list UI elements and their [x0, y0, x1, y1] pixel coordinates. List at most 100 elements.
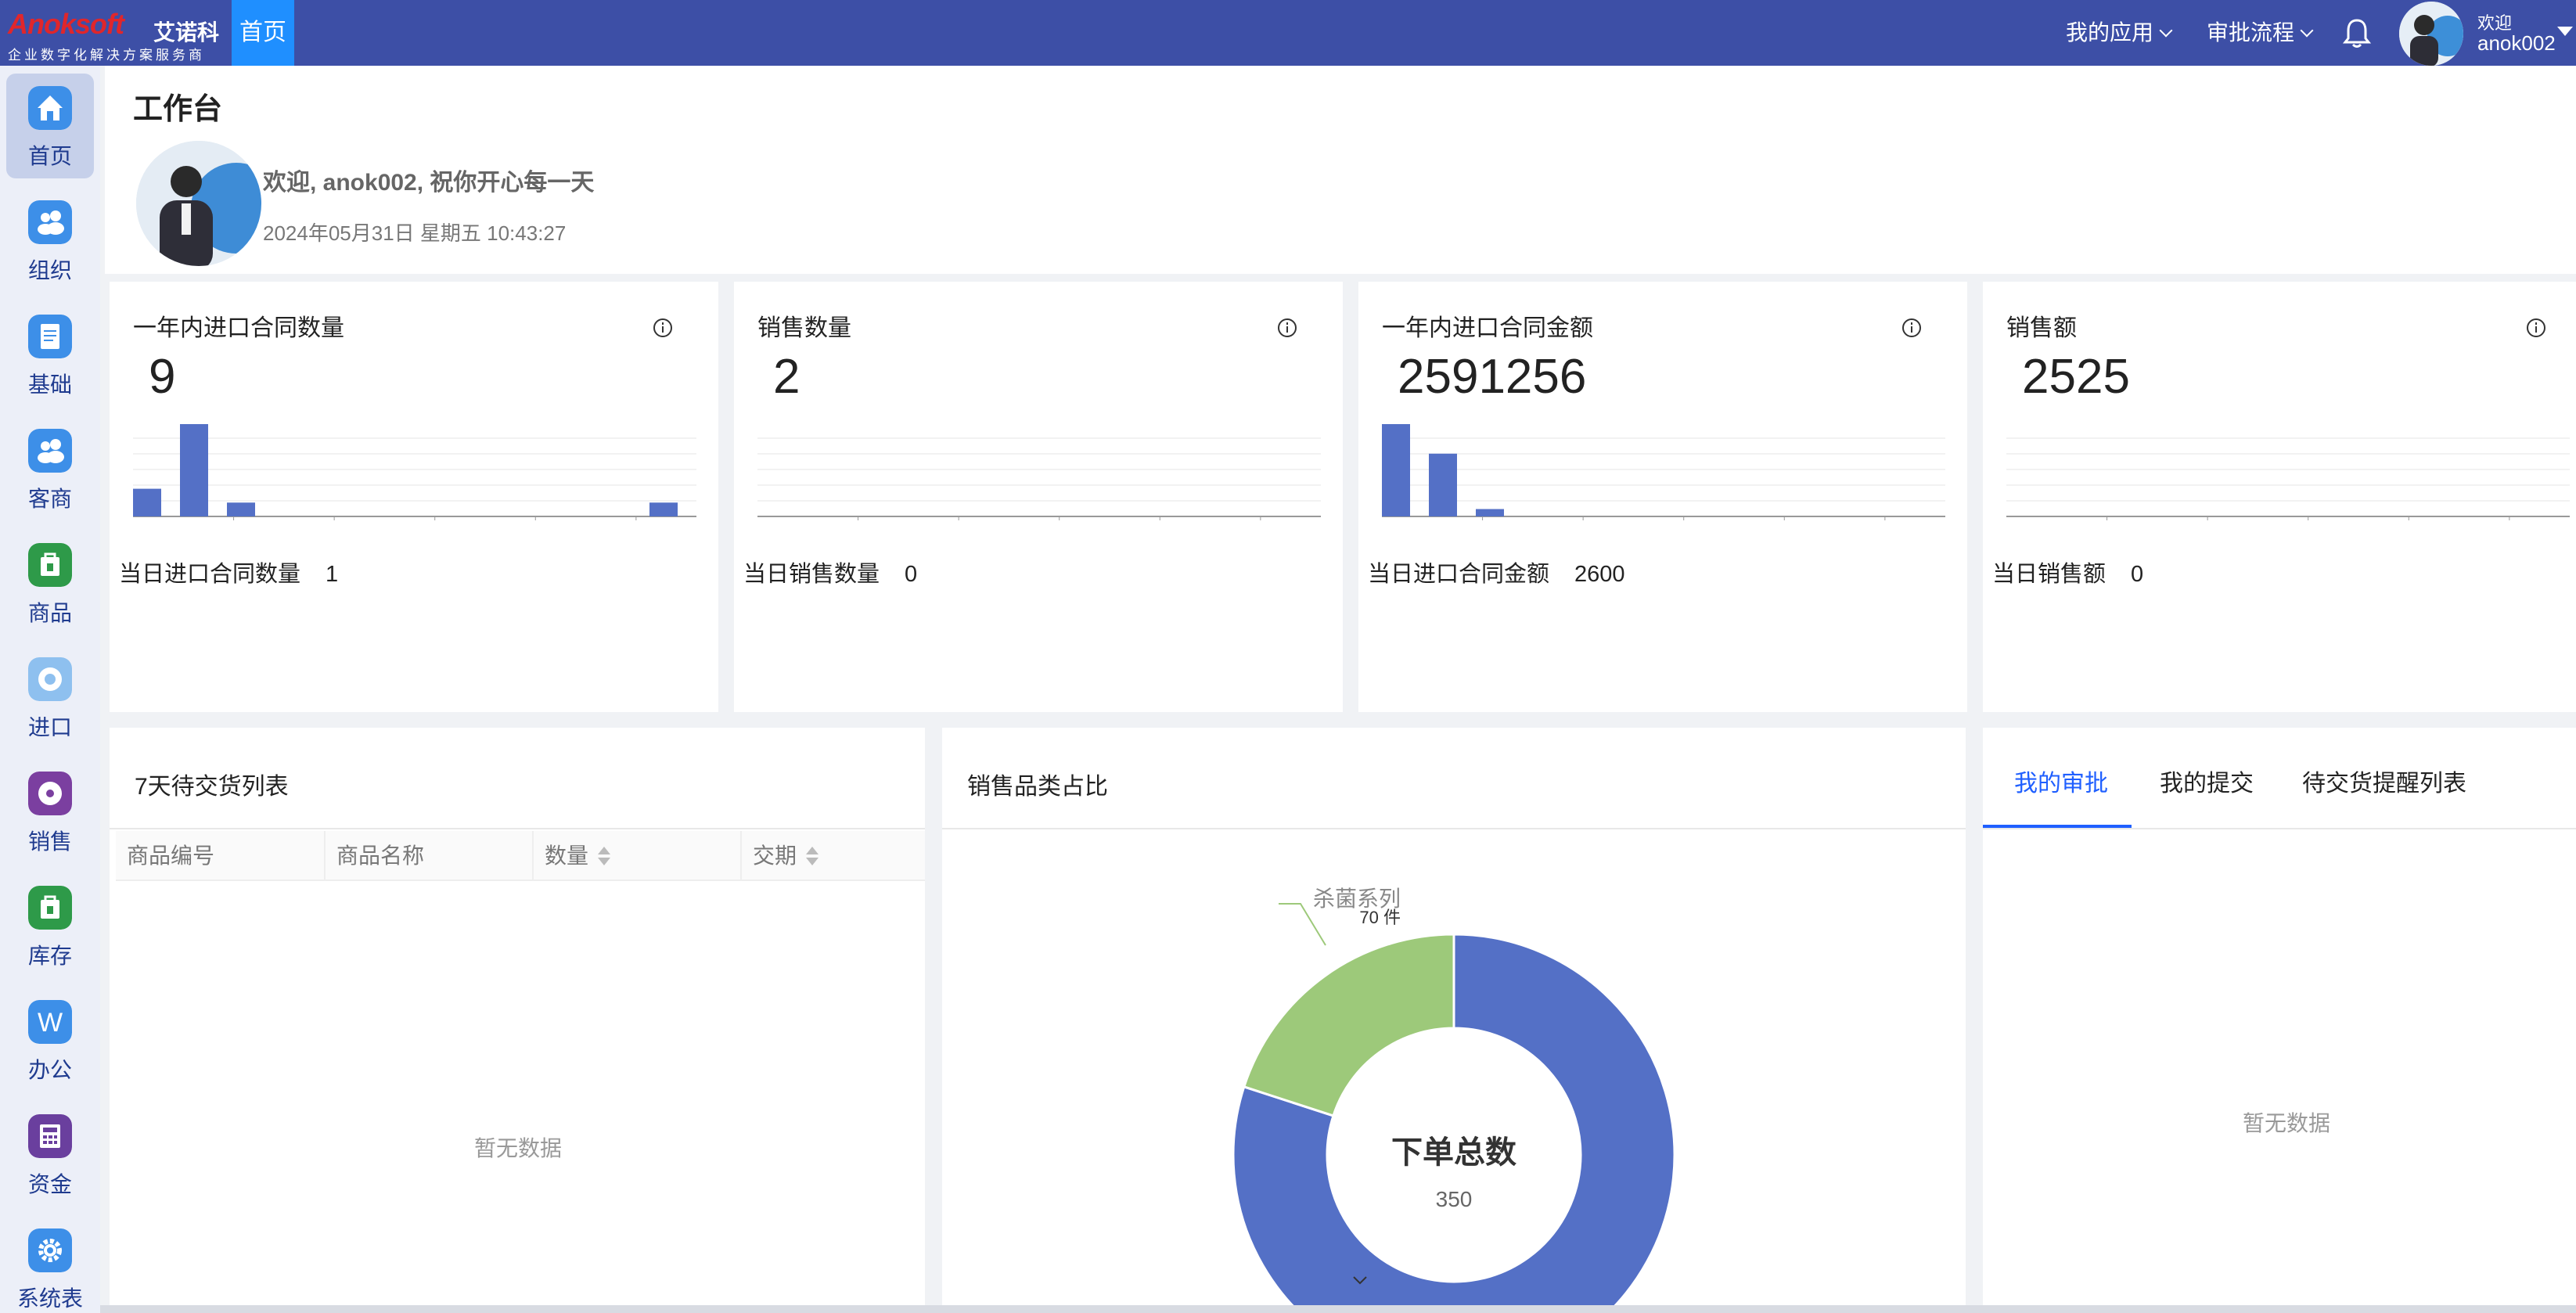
column-label: 交期: [753, 844, 797, 868]
sidebar-item-inventory[interactable]: 库存: [6, 873, 94, 978]
info-icon[interactable]: [1277, 318, 1297, 338]
sidebar-item-office[interactable]: W 办公: [6, 987, 94, 1092]
stat-footer: 当日进口合同金额 2600: [1368, 556, 1625, 588]
sidebar-item-import[interactable]: 进口: [6, 645, 94, 750]
mini-bar-chart: [757, 437, 1321, 520]
sidebar-item-org[interactable]: 组织: [6, 188, 94, 293]
info-icon[interactable]: [1901, 318, 1922, 338]
chart-bar[interactable]: [649, 502, 678, 516]
sidebar-item-label: 客商: [27, 487, 72, 511]
home-icon: [28, 86, 72, 130]
user-avatar[interactable]: [2399, 2, 2463, 66]
sidebar-item-home[interactable]: 首页: [6, 74, 94, 178]
mini-bar-chart: [1382, 424, 1945, 520]
document-icon: [28, 315, 72, 358]
username[interactable]: anok002: [2477, 31, 2556, 56]
svg-text:W: W: [38, 1008, 63, 1038]
globe-icon: [28, 657, 72, 701]
mini-bar-chart: [133, 424, 696, 520]
column-label: 商品名称: [336, 844, 425, 868]
divider: [110, 828, 925, 829]
bell-icon[interactable]: [2343, 17, 2371, 49]
chart-bar[interactable]: [227, 502, 255, 516]
current-datetime: 2024年05月31日 星期五 10:43:27: [263, 221, 567, 245]
greeting-text: 欢迎, anok002, 祝你开心每一天: [263, 170, 595, 196]
column-header-name[interactable]: 商品名称: [326, 831, 534, 881]
brand-logo[interactable]: Anoksoft 艾诺科 企业数字化解决方案服务商: [0, 0, 224, 66]
my-apps-label: 我的应用: [2066, 20, 2154, 45]
stat-title: 一年内进口合同数量: [133, 315, 344, 341]
w-icon: W: [28, 1000, 72, 1044]
stat-value: 2591256: [1398, 350, 1587, 404]
sidebar-item-label: 资金: [27, 1172, 72, 1196]
column-header-delivery-date[interactable]: 交期: [742, 831, 925, 881]
sort-icon[interactable]: [598, 847, 611, 867]
sidebar-item-label: 系统表: [16, 1286, 83, 1311]
column-header-code[interactable]: 商品编号: [116, 831, 326, 881]
sidebar-item-basic[interactable]: 基础: [6, 302, 94, 407]
stat-value: 9: [149, 350, 176, 404]
nav-home-tab[interactable]: 首页: [232, 0, 294, 66]
tab-delivery-reminders[interactable]: 待交货提醒列表: [2302, 764, 2466, 798]
stat-card-import-contracts-amount: 一年内进口合同金额 2591256 当日进口合同金额 2600: [1358, 282, 1967, 712]
stat-card-sales-count: 销售数量 2 当日销售数量 0: [734, 282, 1343, 712]
people-icon: [28, 200, 72, 244]
chart-bar[interactable]: [1429, 453, 1457, 516]
sidebar-item-label: 办公: [27, 1058, 72, 1082]
sidebar-item-funds[interactable]: 资金: [6, 1102, 94, 1207]
donut-chart: 杀菌系列 70 件 下单总数 350: [1232, 887, 1676, 1313]
info-icon[interactable]: [653, 318, 673, 338]
column-label: 数量: [545, 844, 589, 868]
stat-footer-value: 0: [905, 562, 918, 587]
stat-footer-label: 当日进口合同金额: [1368, 562, 1550, 587]
tab-my-submissions[interactable]: 我的提交: [2160, 764, 2254, 798]
chart-bar[interactable]: [1382, 424, 1410, 516]
info-icon[interactable]: [2526, 318, 2546, 338]
stat-footer-value: 0: [2131, 562, 2144, 587]
chart-bar[interactable]: [1476, 509, 1504, 516]
gear-icon: [28, 1228, 72, 1272]
calculator-icon: [28, 1114, 72, 1158]
horizontal-scrollbar[interactable]: [100, 1305, 2576, 1313]
sidebar-item-partners[interactable]: 客商: [6, 416, 94, 521]
people-icon: [28, 429, 72, 473]
tab-my-approvals[interactable]: 我的审批: [2014, 764, 2108, 798]
caret-down-icon[interactable]: [2557, 27, 2573, 36]
stat-footer-label: 当日进口合同数量: [119, 562, 301, 587]
workbench-header: 工作台 欢迎, anok002, 祝你开心每一天 2024年05月31日 星期五…: [105, 66, 2576, 274]
chart-bar[interactable]: [133, 488, 161, 516]
sidebar-item-label: 商品: [27, 601, 72, 625]
sidebar-item-system[interactable]: 系统表: [6, 1216, 94, 1313]
brand-name: 艾诺科: [153, 20, 220, 45]
sales-category-panel: 销售品类占比 杀菌系列 70 件 下单总数 350: [942, 728, 1966, 1313]
stat-title: 销售额: [2006, 315, 2077, 341]
mini-bar-chart: [2006, 437, 2570, 520]
bag-icon: [28, 886, 72, 930]
my-apps-menu[interactable]: 我的应用: [2066, 0, 2173, 66]
approvals-panel: 我的审批 我的提交 待交货提醒列表 暂无数据: [1983, 728, 2576, 1313]
sidebar-item-label: 组织: [27, 258, 72, 282]
sort-icon[interactable]: [806, 847, 819, 867]
sidebar-item-sales[interactable]: 销售: [6, 759, 94, 864]
stat-value: 2525: [2022, 350, 2130, 404]
donut-slice[interactable]: [1242, 933, 1455, 1117]
approval-flow-label: 审批流程: [2207, 20, 2295, 45]
delivery-list-panel: 7天待交货列表 商品编号 商品名称 数量 交期 暂无数据: [110, 728, 925, 1313]
chevron-down-icon: [2300, 23, 2314, 38]
logo-text: Anoksoft: [8, 8, 124, 40]
column-header-quantity[interactable]: 数量: [534, 831, 742, 881]
bag-icon: [28, 543, 72, 587]
donut-center-value: 350: [1436, 1187, 1473, 1211]
stat-footer-label: 当日销售数量: [743, 562, 880, 587]
stat-title: 一年内进口合同金额: [1382, 315, 1593, 341]
chart-bar[interactable]: [180, 424, 208, 516]
stat-footer: 当日销售数量 0: [743, 556, 917, 588]
empty-state: 暂无数据: [2243, 1111, 2331, 1135]
stat-footer: 当日进口合同数量 1: [119, 556, 338, 588]
approval-flow-menu[interactable]: 审批流程: [2207, 0, 2314, 66]
stat-footer-label: 当日销售额: [1992, 562, 2106, 587]
chevron-down-icon: [2159, 23, 2173, 38]
sidebar-item-goods[interactable]: 商品: [6, 531, 94, 635]
stat-card-import-contracts-count: 一年内进口合同数量 9 当日进口合同数量 1: [110, 282, 718, 712]
sidebar-item-label: 销售: [27, 829, 72, 854]
